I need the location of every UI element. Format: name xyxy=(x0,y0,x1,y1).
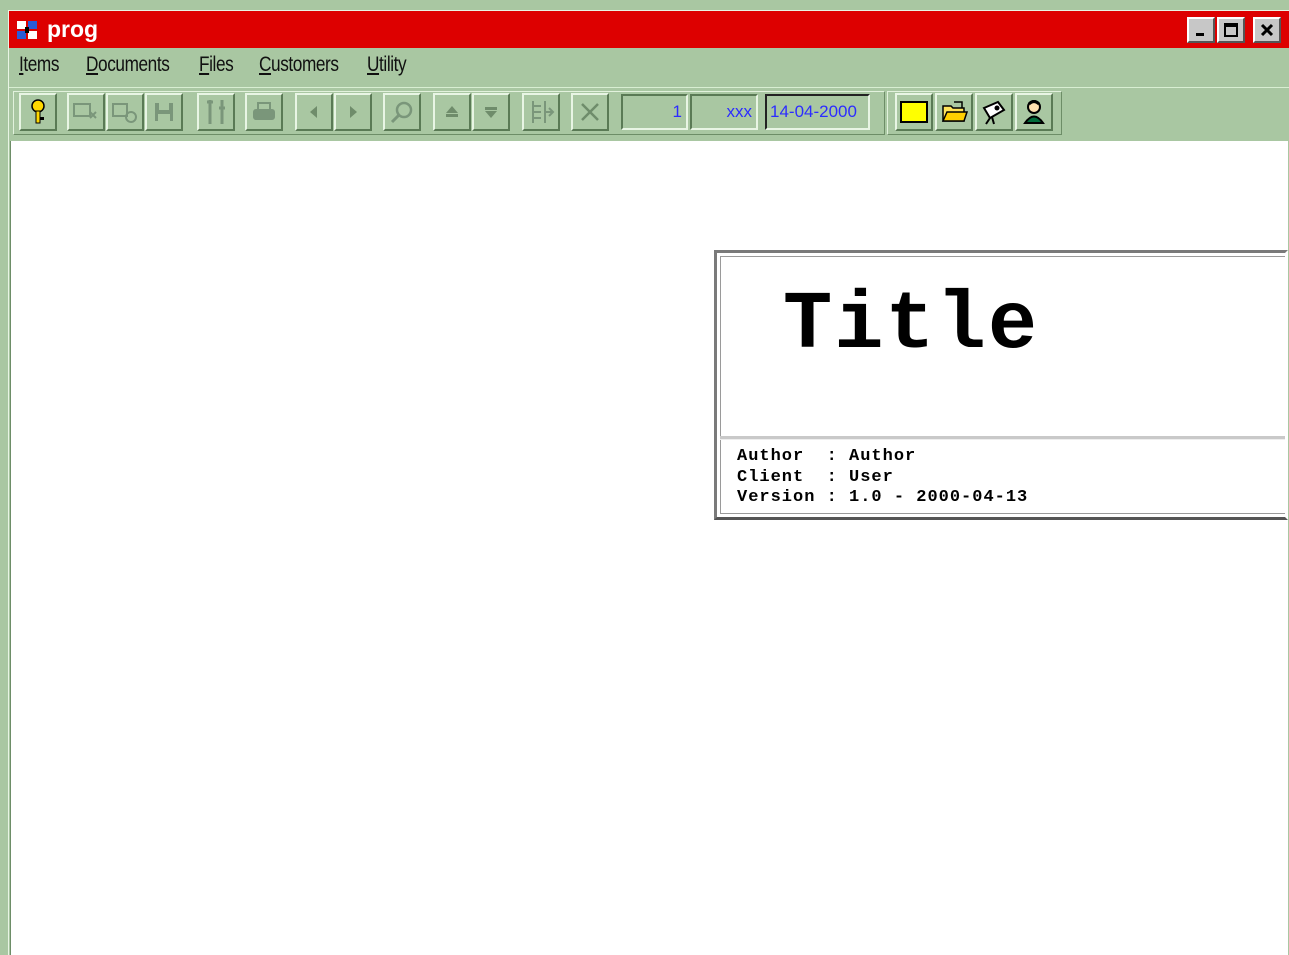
insert-row-icon xyxy=(532,101,555,123)
move-down-button[interactable] xyxy=(472,93,510,131)
title-block: Title Author : Author Client : User Versio… xyxy=(714,250,1288,520)
close-icon xyxy=(1260,23,1274,37)
tools-button[interactable] xyxy=(197,93,235,131)
open-folder-button[interactable] xyxy=(935,93,973,131)
copy-record-button[interactable] xyxy=(106,93,144,131)
window-title: prog xyxy=(47,16,99,42)
title-bar[interactable]: prog xyxy=(9,11,1289,48)
title-block-divider xyxy=(720,436,1285,440)
delete-x-icon xyxy=(581,103,599,121)
menu-items[interactable]: Items xyxy=(19,52,59,78)
app-icon[interactable] xyxy=(13,17,41,43)
new-record-icon xyxy=(73,103,97,119)
title-block-heading: Title xyxy=(783,279,1040,372)
previous-button[interactable] xyxy=(295,93,333,131)
minimize-icon xyxy=(1196,33,1204,36)
title-block-info: Author : Author Client : User Version : 1.… xyxy=(737,447,1028,509)
code-field[interactable]: xxx xyxy=(690,94,758,130)
menu-documents[interactable]: Documents xyxy=(86,52,170,78)
minimize-button[interactable] xyxy=(1187,17,1215,43)
key-help-icon xyxy=(31,99,45,124)
save-button[interactable] xyxy=(145,93,183,131)
yellow-note-icon xyxy=(900,101,928,123)
toolbar: 1 xxx 14-04-2000 xyxy=(9,87,1289,140)
menu-customers[interactable]: Customers xyxy=(259,52,339,78)
arrow-right-icon xyxy=(350,106,357,118)
app-window: prog Items Documents Files Customers Uti… xyxy=(8,10,1289,955)
tools-icon xyxy=(207,100,225,124)
user-person-icon xyxy=(1023,100,1045,124)
search-icon xyxy=(390,101,413,124)
record-number-field[interactable]: 1 xyxy=(621,94,688,130)
new-record-button[interactable] xyxy=(67,93,105,131)
insert-row-button[interactable] xyxy=(522,93,560,131)
arrow-down-icon xyxy=(485,107,497,118)
search-button[interactable] xyxy=(383,93,421,131)
printer-icon xyxy=(253,102,275,120)
print-button[interactable] xyxy=(245,93,283,131)
floppy-save-icon xyxy=(155,103,173,121)
maximize-icon xyxy=(1224,23,1238,37)
delete-button[interactable] xyxy=(571,93,609,131)
tag-ribbon-icon xyxy=(982,100,1006,125)
maximize-button[interactable] xyxy=(1217,17,1245,43)
help-button[interactable] xyxy=(19,93,57,131)
user-button[interactable] xyxy=(1015,93,1053,131)
menu-bar: Items Documents Files Customers Utility xyxy=(9,49,1289,83)
date-field[interactable]: 14-04-2000 xyxy=(765,94,870,130)
info-row-client: Client : User xyxy=(737,467,894,487)
arrow-left-icon xyxy=(310,106,317,118)
copy-record-icon xyxy=(112,103,137,123)
folder-open-icon xyxy=(941,101,968,122)
arrow-up-icon xyxy=(446,106,458,117)
tag-button[interactable] xyxy=(975,93,1013,131)
menu-files[interactable]: Files xyxy=(199,52,234,78)
notes-button[interactable] xyxy=(895,93,933,131)
close-button[interactable] xyxy=(1253,17,1281,43)
menu-utility[interactable]: Utility xyxy=(367,52,407,78)
info-row-author: Author : Author xyxy=(737,447,917,466)
next-button[interactable] xyxy=(334,93,372,131)
client-area: Title Author : Author Client : User Versio… xyxy=(10,141,1288,955)
move-up-button[interactable] xyxy=(433,93,471,131)
info-row-version: Version : 1.0 - 2000-04-13 xyxy=(737,488,1029,507)
